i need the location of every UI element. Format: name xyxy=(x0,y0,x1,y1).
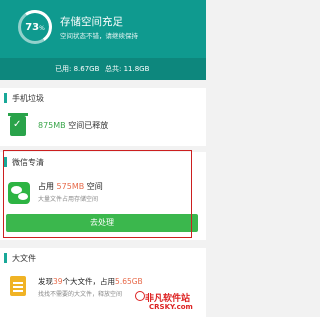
watermark-logo-icon xyxy=(135,291,145,301)
trash-freed-label: 空间已释放 xyxy=(65,121,109,130)
bigfiles-desc: 找找不需要的大文件，释放空间 xyxy=(38,291,123,298)
bigfiles-section-header: 大文件 xyxy=(0,248,206,269)
trash-section-title: 手机垃圾 xyxy=(12,94,44,103)
found-count: 39 xyxy=(53,277,63,286)
gauge-unit: % xyxy=(39,25,45,32)
section-accent-bar xyxy=(4,253,7,263)
trash-icon xyxy=(8,113,28,136)
gauge-number: 73 xyxy=(25,22,40,33)
storage-stats-bar: 已用: 8.67GB 总共: 11.8GB xyxy=(0,58,206,80)
trash-freed-amount: 875MB xyxy=(38,121,66,130)
trash-section-header: 手机垃圾 xyxy=(0,88,206,109)
gauge-value: 73% xyxy=(21,22,49,33)
storage-cleaner-screen: 73% 存储空间充足 空间状态不错，请继续保持 已用: 8.67GB 总共: 1… xyxy=(0,0,206,317)
found-prefix: 发现 xyxy=(38,277,53,286)
found-mid: 个大文件，占用 xyxy=(62,277,116,286)
bigfiles-section-title: 大文件 xyxy=(12,254,36,263)
storage-header: 73% 存储空间充足 空间状态不错，请继续保持 已用: 8.67GB 总共: 1… xyxy=(0,0,206,80)
bigfiles-found-text: 发现39个大文件，占用5.65GB xyxy=(38,276,143,287)
site-watermark: 非凡软件站 CRSKY.com xyxy=(135,288,206,316)
trash-freed-text: 875MB 空间已释放 xyxy=(38,120,108,131)
trash-card[interactable]: 875MB 空间已释放 xyxy=(0,108,206,146)
total-storage: 总共: 11.8GB xyxy=(105,65,150,73)
watermark-line2: CRSKY.com xyxy=(149,303,193,311)
document-icon xyxy=(10,276,26,296)
used-storage: 已用: 8.67GB xyxy=(55,65,100,73)
found-amount: 5.65GB xyxy=(115,277,143,286)
storage-status-title: 存储空间充足 xyxy=(60,16,123,28)
highlight-annotation-box xyxy=(3,150,192,238)
storage-status-subtitle: 空间状态不错，请继续保持 xyxy=(60,32,138,40)
section-accent-bar xyxy=(4,93,7,103)
storage-gauge: 73% xyxy=(15,7,55,47)
